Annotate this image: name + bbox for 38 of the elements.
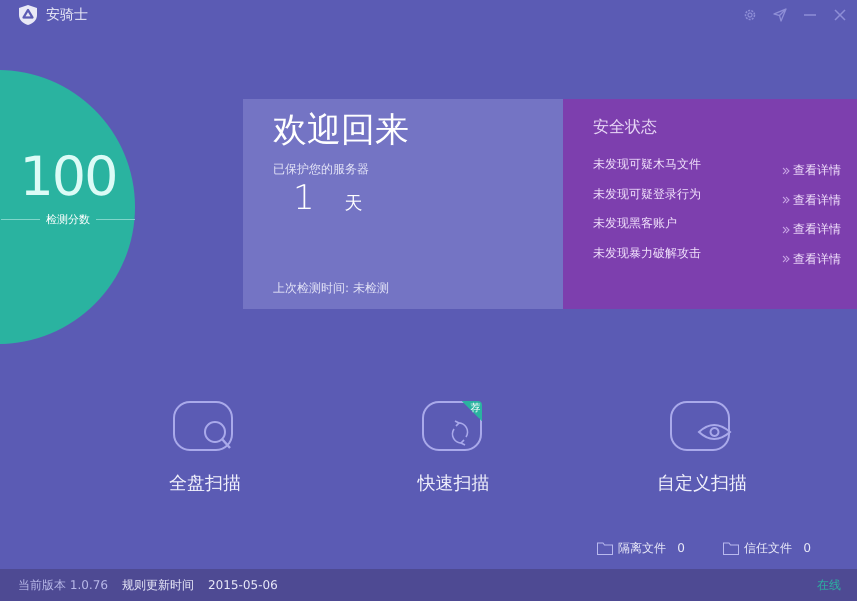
scan-button[interactable]: 全盘扫描 — [160, 401, 250, 511]
days-count: 1 — [293, 178, 315, 218]
welcome-title: 欢迎回来 — [273, 109, 410, 151]
connection-status: 在线 — [817, 576, 841, 594]
send-icon[interactable] — [773, 8, 787, 22]
file-folder-link[interactable]: 隔离文件 0 — [596, 533, 685, 564]
scan-button[interactable]: 自定义扫描 — [657, 401, 747, 511]
last-check-text: 上次检测时间: 未检测 — [273, 280, 390, 297]
version-label: 当前版本 1.0.76 — [18, 576, 108, 594]
protected-label: 已保护您的服务器 — [273, 161, 370, 178]
details-link[interactable]: 查看详情 — [782, 156, 841, 186]
rules-update-date: 2015-05-06 — [208, 578, 278, 592]
details-link[interactable]: 查看详情 — [782, 186, 841, 215]
days-unit: 天 — [344, 192, 363, 215]
details-link[interactable]: 查看详情 — [782, 215, 841, 244]
recommended-badge: 荐 — [462, 401, 482, 421]
status-text: 未发现可疑木马文件 — [593, 156, 701, 173]
folder-icon — [722, 542, 739, 555]
double-chevron-icon — [782, 255, 790, 264]
double-chevron-icon — [782, 196, 790, 204]
security-title: 安全状态 — [593, 117, 658, 138]
double-chevron-icon — [782, 226, 790, 234]
window-title: 安骑士 — [46, 6, 88, 24]
file-folder-link[interactable]: 信任文件 0 — [722, 533, 811, 564]
shield-logo-icon — [18, 4, 38, 26]
score-value: 100 — [19, 144, 117, 210]
score-label: 检测分数 — [46, 212, 90, 226]
details-link[interactable]: 查看详情 — [782, 244, 841, 274]
folder-icon — [596, 542, 613, 555]
close-icon[interactable] — [833, 8, 847, 22]
status-text: 未发现黑客账户 — [593, 215, 677, 232]
rules-update-label: 规则更新时间 — [122, 576, 194, 594]
scan-button[interactable]: 荐 快速扫描 — [408, 401, 498, 511]
double-chevron-icon — [782, 166, 790, 175]
settings-icon[interactable] — [743, 8, 757, 22]
status-text: 未发现暴力破解攻击 — [593, 244, 701, 262]
status-text: 未发现可疑登录行为 — [593, 186, 701, 202]
eye-icon — [670, 401, 734, 453]
